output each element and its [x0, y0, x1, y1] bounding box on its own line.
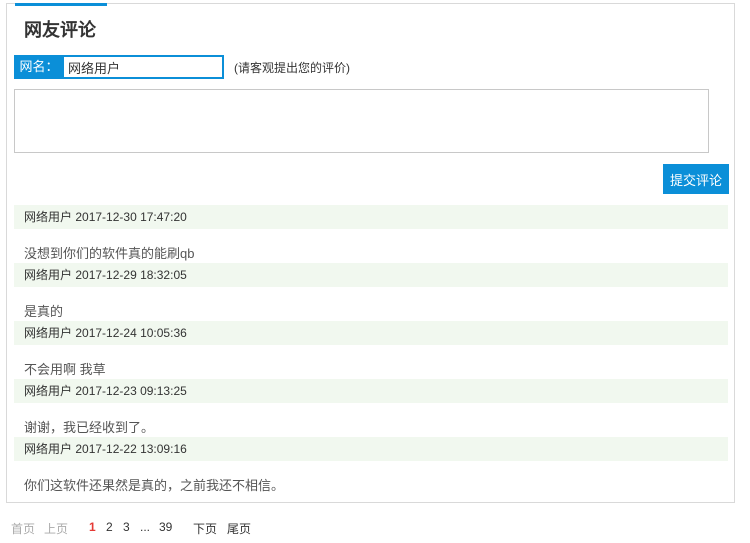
comment-user: 网络用户 — [24, 268, 73, 282]
page-link-2[interactable]: 2 — [106, 520, 113, 534]
comment-user: 网络用户 — [24, 210, 73, 224]
page-link-1[interactable]: 1 — [89, 520, 96, 534]
comment-user: 网络用户 — [24, 326, 73, 340]
comment-text: 谢谢，我已经收到了。 — [24, 420, 155, 435]
comment-item: 网络用户 2017-12-22 13:09:16 你们这软件还果然是真的，之前我… — [14, 437, 728, 495]
comment-meta: 网络用户 2017-12-29 18:32:05 — [14, 263, 728, 287]
comment-user: 网络用户 — [24, 442, 73, 456]
comment-user: 网络用户 — [24, 384, 73, 398]
submit-comment-button[interactable]: 提交评论 — [663, 164, 729, 194]
comments-panel: 网友评论 网名： (请客观提出您的评价) 提交评论 网络用户 2017-12-3… — [6, 3, 735, 503]
comment-item: 网络用户 2017-12-30 17:47:20 没想到你们的软件真的能刷qb — [14, 205, 728, 263]
page-link-3[interactable]: 3 — [123, 520, 130, 534]
comment-item: 网络用户 2017-12-23 09:13:25 谢谢，我已经收到了。 — [14, 379, 728, 437]
comment-item: 网络用户 2017-12-29 18:32:05 是真的 — [14, 263, 728, 321]
comment-meta: 网络用户 2017-12-24 10:05:36 — [14, 321, 728, 345]
comment-text: 没想到你们的软件真的能刷qb — [24, 246, 195, 261]
section-title: 网友评论 — [24, 20, 96, 40]
last-page-link[interactable]: 尾页 — [227, 520, 251, 537]
comment-textarea[interactable] — [14, 89, 709, 153]
comment-text: 你们这软件还果然是真的，之前我还不相信。 — [24, 478, 285, 493]
comment-time: 2017-12-22 13:09:16 — [75, 442, 187, 456]
comment-meta: 网络用户 2017-12-23 09:13:25 — [14, 379, 728, 403]
prev-page-link: 上页 — [44, 522, 69, 536]
comment-list: 网络用户 2017-12-30 17:47:20 没想到你们的软件真的能刷qb … — [14, 205, 728, 495]
name-input[interactable] — [64, 55, 224, 79]
comment-time: 2017-12-30 17:47:20 — [75, 210, 187, 224]
comment-time: 2017-12-24 10:05:36 — [75, 326, 187, 340]
comment-time: 2017-12-23 09:13:25 — [75, 384, 187, 398]
comment-text: 不会用啊 我草 — [24, 362, 106, 377]
pager-ellipsis: ... — [140, 520, 151, 534]
comment-meta: 网络用户 2017-12-22 13:09:16 — [14, 437, 728, 461]
next-page-link[interactable]: 下页 — [193, 520, 217, 537]
name-hint: (请客观提出您的评价) — [234, 61, 350, 75]
name-label: 网名： — [14, 55, 64, 79]
comment-meta: 网络用户 2017-12-30 17:47:20 — [14, 205, 728, 229]
comment-text: 是真的 — [24, 304, 64, 319]
comment-item: 网络用户 2017-12-24 10:05:36 不会用啊 我草 — [14, 321, 728, 379]
first-page-link: 首页 — [11, 522, 36, 536]
page-link-39[interactable]: 39 — [159, 520, 172, 534]
title-accent-bar — [15, 3, 107, 6]
comment-time: 2017-12-29 18:32:05 — [75, 268, 187, 282]
